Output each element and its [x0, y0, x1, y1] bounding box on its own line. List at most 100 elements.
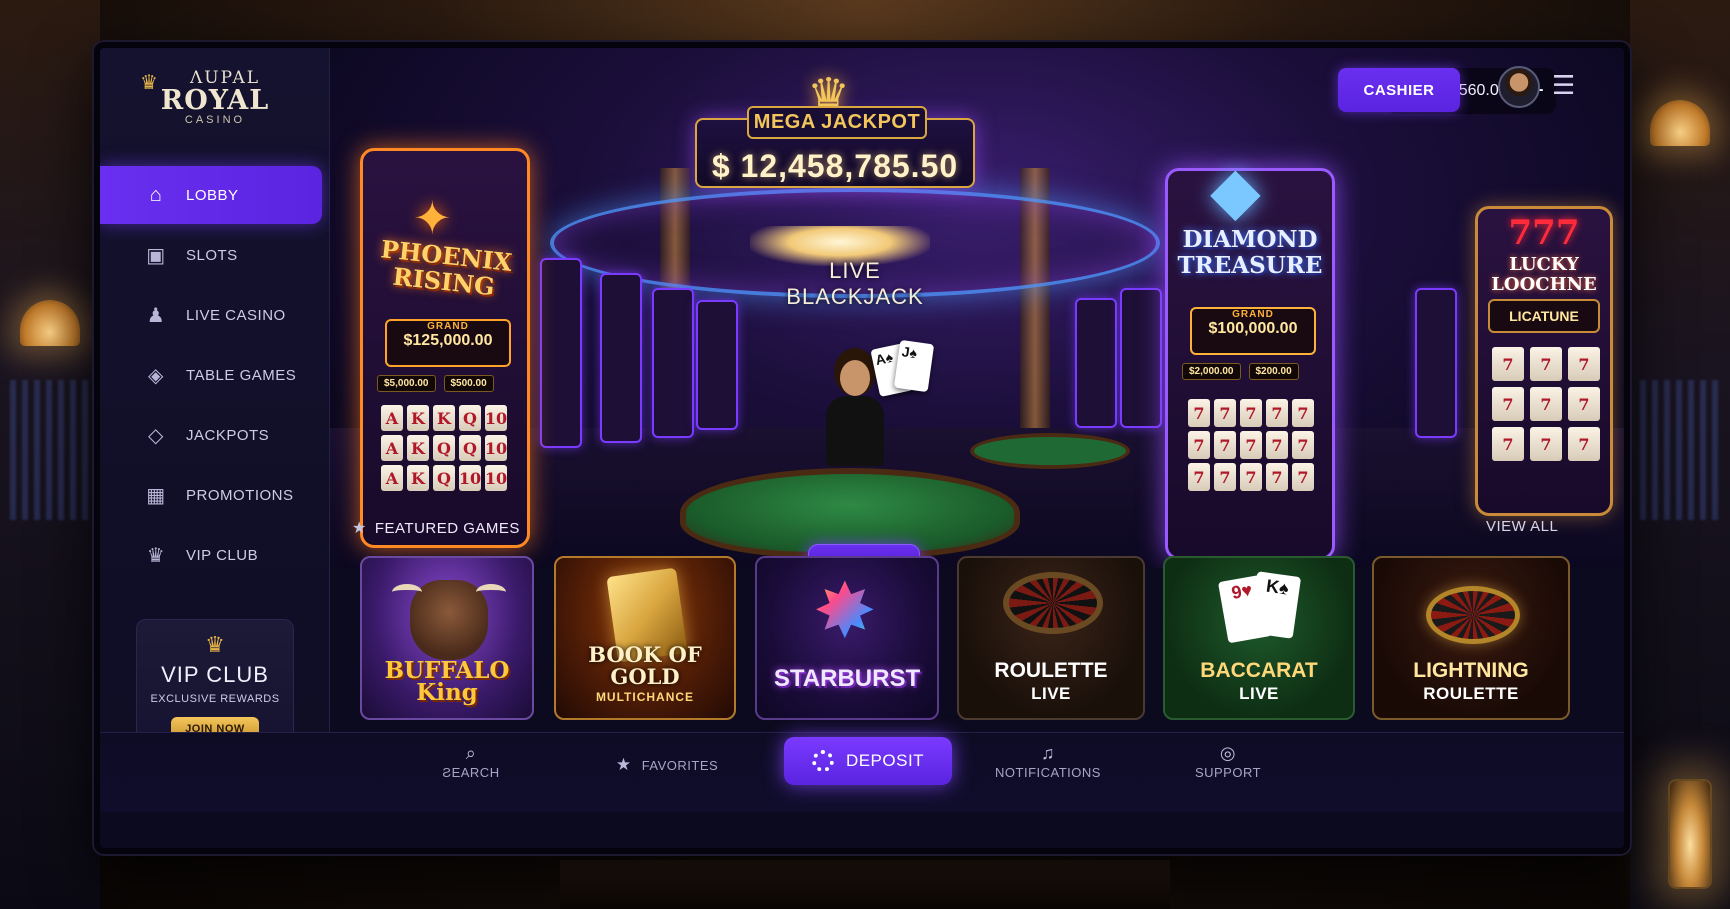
crown-icon: ♛ [146, 544, 166, 567]
slot-reels: 777777777777777 [1188, 399, 1314, 491]
reel-symbol: 7 [1292, 463, 1314, 491]
crown-icon: ♛ [140, 72, 158, 94]
sidebar-item-table-games[interactable]: ◈ TABLE GAMES [100, 346, 330, 404]
chip-icon [811, 750, 834, 772]
slot-reels: A K K Q 10 A K Q Q 10 A K Q 10 10 [381, 405, 507, 491]
slot-title-line: LUCKY [1509, 254, 1579, 275]
bottom-nav-favorites[interactable]: ★ FAVORITES [612, 755, 722, 775]
reel-symbol: A [381, 435, 403, 461]
background-table [970, 433, 1130, 469]
grand-jackpot-box: GRAND $125,000.00 [385, 319, 511, 367]
sidebar-item-label: TABLE GAMES [186, 366, 297, 384]
reel-symbol: 7 [1292, 431, 1314, 459]
reel-symbol: 7 [1266, 463, 1288, 491]
reel-symbol: A [381, 465, 403, 491]
reel-symbol: 7 [1188, 399, 1210, 427]
view-all-link[interactable]: VIEW ALL [1486, 518, 1558, 535]
reel-symbol: 7 [1530, 427, 1562, 461]
slot-machine-diamond-treasure[interactable]: ◆ DIAMOND TREASURE GRAND $100,000.00 $2,… [1165, 157, 1335, 560]
sidebar: ♛ ɅUPAL ROYAL CASINO ⌂ LOBBY ▣ SLOTS ♟ L… [100, 48, 330, 808]
bell-icon: ♫ [1041, 743, 1055, 763]
game-subtitle: ROULETTE [1423, 684, 1519, 703]
game-subtitle: LIVE [1031, 684, 1071, 703]
game-title: King [416, 679, 478, 706]
sidebar-item-vip-club[interactable]: ♛ VIP CLUB [100, 526, 330, 584]
sidebar-item-live-casino[interactable]: ♟ LIVE CASINO [100, 286, 330, 344]
banner-box: LICATUNE [1488, 299, 1600, 333]
reel-symbol: Q [433, 435, 455, 461]
game-title: ROULETTE [994, 659, 1108, 682]
bottom-nav-label: ƧEARCH [442, 765, 500, 780]
banner-text: LICATUNE [1509, 308, 1579, 324]
star-icon: ★ [615, 755, 632, 774]
sidebar-item-lobby[interactable]: ⌂ LOBBY [100, 166, 322, 224]
mega-jackpot-banner: ♛ MEGA JACKPOT $ 12,458,785.50 [695, 70, 975, 188]
reel-symbol: 7 [1492, 347, 1524, 381]
diamond-icon: ◇ [148, 424, 164, 447]
reel-symbol: 7 [1188, 431, 1210, 459]
horn-icon [476, 584, 506, 600]
live-title-line: BLACKJACK [786, 284, 924, 309]
sidebar-nav: ⌂ LOBBY ▣ SLOTS ♟ LIVE CASINO ◈ TABLE GA… [100, 166, 330, 586]
slot-title-line: LOOCHNE [1491, 274, 1597, 295]
bottom-nav-bar: ⌕ ƧEARCH ★ FAVORITES DEPOSIT ♫ NOTIFICAT… [100, 732, 1624, 812]
slot-title: PHOENIX RISING [361, 234, 530, 304]
reel-symbol: K [433, 405, 455, 431]
sidebar-item-slots[interactable]: ▣ SLOTS [100, 226, 330, 284]
reel-symbol: 10 [459, 465, 481, 491]
sidebar-item-promotions[interactable]: ▦ PROMOTIONS [100, 466, 330, 524]
vip-card-title: VIP CLUB [161, 662, 269, 687]
sidebar-item-jackpots[interactable]: ◇ JACKPOTS [100, 406, 330, 464]
slot-title: DIAMOND TREASURE [1168, 227, 1332, 279]
star-icon: ★ [352, 520, 367, 537]
slot-machine-lucky[interactable]: 777 LUCKY LOOCHNE LICATUNE 777777777 [1475, 206, 1613, 516]
background-slot-machine [1415, 288, 1457, 438]
bottom-nav-label: SUPPORT [1194, 765, 1262, 780]
background-slot-machine [1120, 288, 1162, 428]
mini-jackpot: $200.00 [1248, 363, 1299, 380]
grand-label: GRAND [1232, 309, 1274, 320]
game-tile-baccarat-live[interactable]: 9♥ K♠ BACCARAT LIVE [1163, 556, 1355, 720]
dealer-body [826, 396, 884, 466]
hamburger-menu-icon[interactable]: ☰ [1552, 70, 1575, 100]
game-tile-roulette-live[interactable]: ROULETTE LIVE [957, 556, 1145, 720]
logo-main-text: ROYAL [160, 85, 270, 116]
live-blackjack-title: LIVE BLACKJACK [775, 258, 935, 310]
grand-label: GRAND [427, 321, 469, 332]
roulette-wheel-icon [1426, 586, 1520, 644]
featured-games-row: BUFFALO King BOOK OF GOLD MULTICHANCE ✸ … [360, 556, 1590, 720]
slot-title-line: DIAMOND [1182, 226, 1318, 253]
reel-symbol: Q [433, 465, 455, 491]
reel-symbol: 7 [1214, 399, 1236, 427]
playing-card-icon: K♠ [1248, 571, 1302, 639]
reel-symbol: K [407, 435, 429, 461]
cashier-button[interactable]: CASHIER [1338, 68, 1460, 112]
game-tile-book-of-gold[interactable]: BOOK OF GOLD MULTICHANCE [554, 556, 736, 720]
bottom-nav-search[interactable]: ⌕ ƧEARCH [426, 743, 516, 780]
room-left-wall [0, 0, 100, 909]
reel-symbol: K [407, 465, 429, 491]
diamond-icon: ◆ [1210, 153, 1261, 227]
game-tile-starburst[interactable]: ✸ STARBURST [755, 556, 939, 720]
sidebar-item-label: LIVE CASINO [186, 306, 286, 324]
reel-symbol: A [381, 405, 403, 431]
slot-reels: 777777777 [1492, 347, 1600, 461]
reel-symbol: 7 [1240, 399, 1262, 427]
game-tile-buffalo-king[interactable]: BUFFALO King [360, 556, 534, 720]
game-art: ✸ [757, 558, 937, 718]
background-slot-machine [696, 300, 738, 430]
game-title: STARBURST [773, 665, 921, 692]
roulette-wheel-icon [1003, 572, 1103, 634]
reel-symbol: 7 [1240, 463, 1262, 491]
reel-symbol: 10 [485, 435, 507, 461]
game-tile-lightning-roulette[interactable]: LIGHTNING ROULETTE [1372, 556, 1570, 720]
playing-card-icon: J♠ [893, 339, 935, 393]
star-gem-icon: ✸ [813, 569, 877, 654]
bottom-nav-support[interactable]: ◎ SUPPORT [1188, 743, 1268, 780]
bottom-nav-notifications[interactable]: ♫ NOTIFICATIONS [988, 743, 1108, 780]
hero-banner[interactable]: ✦ PHOENIX RISING GRAND $125,000.00 $5,00… [330, 48, 1624, 568]
brand-logo[interactable]: ♛ ɅUPAL ROYAL CASINO [140, 68, 290, 126]
deposit-button[interactable]: DEPOSIT [784, 737, 952, 785]
slot-machine-phoenix-rising[interactable]: ✦ PHOENIX RISING GRAND $125,000.00 $5,00… [360, 148, 530, 548]
avatar[interactable] [1498, 66, 1540, 108]
